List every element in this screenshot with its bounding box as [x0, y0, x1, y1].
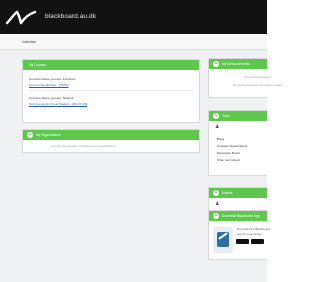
- chevron-down-icon[interactable]: [213, 213, 219, 219]
- my-announcements-panel: My Announcements No Announcements. No An…: [208, 58, 283, 98]
- chevron-down-icon[interactable]: [213, 113, 219, 119]
- tool-item[interactable]: Discussion Board: [217, 151, 240, 155]
- user-icon: ♟: [215, 201, 220, 207]
- app-promo-line-2: app for your device: [237, 232, 262, 236]
- announcement-line-1: No Announcements.: [245, 75, 272, 79]
- panel-header[interactable]: My Courses: [23, 60, 199, 70]
- course-menu-bar: [0, 34, 267, 50]
- my-organizations-panel: My Organizations You are not currently e…: [22, 129, 200, 153]
- panel-title: My Organizations: [36, 133, 61, 137]
- app-store-badge[interactable]: [236, 239, 249, 244]
- my-courses-panel: My Courses Courses where you are: Instru…: [22, 59, 200, 123]
- blackboard-logo[interactable]: [5, 9, 41, 25]
- user-icon: ♟: [215, 124, 220, 130]
- panel-title: My Announcements: [222, 62, 250, 66]
- tool-item[interactable]: Blogs: [217, 137, 224, 141]
- student-heading: Courses where you are: Student: [29, 96, 74, 100]
- panel-title: Download Blackboard App: [222, 214, 260, 218]
- student-course-link[interactable]: Test Course for Q test Student - [QUOT-S…: [29, 102, 87, 106]
- brand-name[interactable]: blackboard.au.dk: [45, 13, 96, 20]
- chevron-down-icon[interactable]: [213, 61, 219, 67]
- instructor-course-link[interactable]: Test Course Number - [TEST]: [29, 83, 69, 87]
- announcement-line-2: No Announcements have been posted.: [233, 83, 283, 87]
- tool-item[interactable]: Contacts Organizations: [217, 144, 247, 148]
- panel-header[interactable]: My Announcements: [209, 59, 267, 69]
- chevron-down-icon[interactable]: [213, 190, 219, 196]
- app-promo-line-1: Download the Blackboard: [237, 227, 270, 231]
- panel-title: Module: [222, 191, 233, 195]
- tool-item[interactable]: Other tool content: [217, 158, 240, 162]
- instructor-heading: Courses where you are: Instructor: [29, 77, 76, 81]
- empty-message: You are not currently enrolled in any or…: [51, 144, 116, 148]
- top-bar: blackboard.au.dk: [0, 0, 267, 34]
- tools-panel: Tools ♟ Blogs Contacts Organizations Dis…: [208, 110, 267, 176]
- page: blackboard.au.dk Institution My Courses …: [0, 0, 283, 282]
- divider: [29, 90, 193, 91]
- phone-app-icon: [213, 227, 233, 253]
- google-play-badge[interactable]: [251, 239, 264, 244]
- breadcrumb[interactable]: Institution: [22, 40, 36, 44]
- panel-title: Tools: [222, 114, 230, 118]
- chevron-down-icon[interactable]: [27, 132, 33, 138]
- panel-header[interactable]: My Organizations: [23, 130, 199, 140]
- panel-header[interactable]: Download Blackboard App: [209, 211, 267, 221]
- panel-title: My Courses: [29, 63, 47, 67]
- panel-header[interactable]: Module: [209, 188, 267, 198]
- panel-header[interactable]: Tools: [209, 111, 267, 121]
